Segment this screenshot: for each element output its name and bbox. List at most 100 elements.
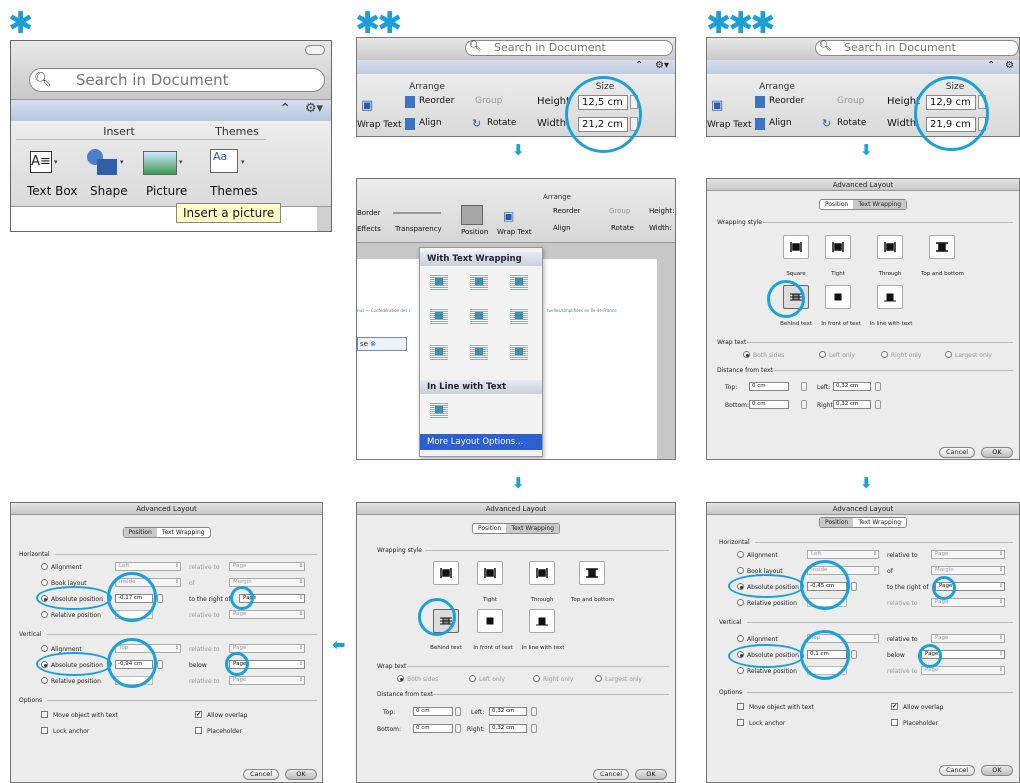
cancel-button[interactable]: Cancel [939,447,975,458]
h-alignment-relative-select[interactable]: Page [229,562,305,571]
wrap-text-icon[interactable]: ▣ [503,209,514,223]
search-input[interactable]: Search in Document [29,68,325,92]
text-box-button[interactable]: Text Box [27,184,77,198]
position-option-6[interactable] [510,308,528,324]
search-icon[interactable]: 🔍︎ [819,41,832,52]
bottom-distance-input[interactable]: 0 cm [749,400,789,409]
rotate-button[interactable]: Rotate [487,118,516,128]
ok-button[interactable]: OK [635,769,667,780]
ok-button[interactable]: OK [981,765,1013,776]
search-input[interactable]: Search in Document [465,40,673,56]
move-object-checkbox[interactable] [41,711,48,718]
h-absolute-stepper[interactable] [851,582,857,591]
h-relative-select[interactable]: Page [229,610,305,619]
wrap-in-line-button[interactable] [877,285,903,309]
align-button[interactable]: Align [553,224,571,232]
lock-anchor-checkbox[interactable] [737,719,744,726]
rotate-button[interactable]: Rotate [837,118,866,128]
themes-icon[interactable]: Aa [210,149,238,173]
align-icon[interactable] [405,118,415,130]
toolbar-toggle-button[interactable] [305,45,325,55]
left-only-radio[interactable] [469,675,476,682]
reorder-icon[interactable] [755,96,765,108]
v-relative-position-radio[interactable] [737,667,744,674]
h-alignment-select[interactable]: Left [807,550,879,559]
v-relative-select[interactable]: Page [229,676,305,685]
v-alignment-radio[interactable] [737,635,744,642]
collapse-ribbon-icon[interactable]: ⌃ [987,60,995,71]
right-distance-input[interactable]: 0,32 cm [489,724,527,733]
position-option-8[interactable] [470,344,488,360]
left-distance-stepper[interactable] [531,707,537,716]
wrap-text-button[interactable]: Wrap Text [357,120,402,130]
top-distance-stepper[interactable] [455,707,461,716]
reorder-button[interactable]: Reorder [419,96,454,106]
shape-dropdown-icon[interactable]: ▾ [120,158,124,166]
allow-overlap-checkbox[interactable]: ✔ [195,711,202,718]
h-relative-position-radio[interactable] [737,599,744,606]
right-only-radio[interactable] [881,351,888,358]
tab-text-wrapping[interactable]: Text Wrapping [853,200,907,209]
position-option-9[interactable] [510,344,528,360]
themes-dropdown-icon[interactable]: ▾ [241,158,245,166]
wrap-top-bottom-button[interactable] [579,561,605,585]
rotate-button[interactable]: Rotate [611,224,634,232]
ok-button[interactable]: OK [981,447,1013,458]
v-absolute-stepper[interactable] [157,660,163,669]
allow-overlap-checkbox[interactable]: ✔ [891,703,898,710]
shape-button[interactable]: Shape [90,184,128,198]
position-option-3[interactable] [510,274,528,290]
left-distance-input[interactable]: 0,32 cm [833,382,871,391]
v-alignment-relative-select[interactable]: Page [931,634,1005,643]
position-option-2[interactable] [470,274,488,290]
bottom-distance-stepper[interactable] [455,724,461,733]
wrap-in-line-button[interactable] [529,609,555,633]
wrap-in-front-button[interactable] [825,285,851,309]
wrap-text-button[interactable]: Wrap Text [497,228,532,236]
h-relative-position-radio[interactable] [41,611,48,618]
rotate-icon[interactable]: ↻ [472,117,481,130]
both-sides-radio[interactable] [743,351,750,358]
position-icon[interactable] [461,205,483,225]
ok-button[interactable]: OK [285,769,317,780]
doc-tab[interactable]: se ⊗ [357,337,407,351]
collapse-ribbon-icon[interactable]: ⌃ [279,101,291,117]
left-distance-input[interactable]: 0,32 cm [489,707,527,716]
reorder-icon[interactable] [405,96,415,108]
tab-position[interactable]: Position [473,524,506,533]
tab-position[interactable]: Position [819,518,854,527]
bottom-distance-input[interactable]: 0 cm [413,724,453,733]
top-distance-stepper[interactable] [801,382,807,391]
group-button[interactable]: Group [609,207,630,215]
search-input[interactable]: Search in Document [815,40,1019,56]
position-option-4[interactable] [430,308,448,324]
position-option-5[interactable] [470,308,488,324]
v-relative-position-radio[interactable] [41,677,48,684]
h-alignment-select[interactable]: Left [115,562,181,571]
book-layout-radio[interactable] [41,579,48,586]
tab-text-wrapping[interactable]: Text Wrapping [853,518,906,527]
cancel-button[interactable]: Cancel [243,769,279,780]
rotate-icon[interactable]: ↻ [822,117,831,130]
wrap-through-button[interactable] [877,235,903,259]
search-icon[interactable]: 🔍︎ [34,72,52,88]
top-distance-input[interactable]: 0 cm [749,382,789,391]
position-option-7[interactable] [430,344,448,360]
right-distance-stepper[interactable] [531,724,537,733]
border-button[interactable]: Border [357,209,380,217]
picture-button[interactable]: Picture [146,184,187,198]
wrap-text-icon[interactable]: ▣ [711,98,723,113]
group-button[interactable]: Group [837,96,864,106]
wrap-through-button[interactable] [529,561,555,585]
largest-only-radio[interactable] [945,351,952,358]
left-distance-stepper[interactable] [875,382,881,391]
wrap-in-front-button[interactable] [477,609,503,633]
text-box-dropdown-icon[interactable]: ▾ [54,158,58,166]
top-distance-input[interactable]: 0 cm [413,707,453,716]
cancel-button[interactable]: Cancel [593,769,629,780]
wrap-text-button[interactable]: Wrap Text [707,120,752,130]
effects-button[interactable]: Effects [357,225,381,233]
h-alignment-radio[interactable] [737,551,744,558]
position-button[interactable]: Position [461,228,488,236]
collapse-ribbon-icon[interactable]: ⌃ [635,60,643,71]
